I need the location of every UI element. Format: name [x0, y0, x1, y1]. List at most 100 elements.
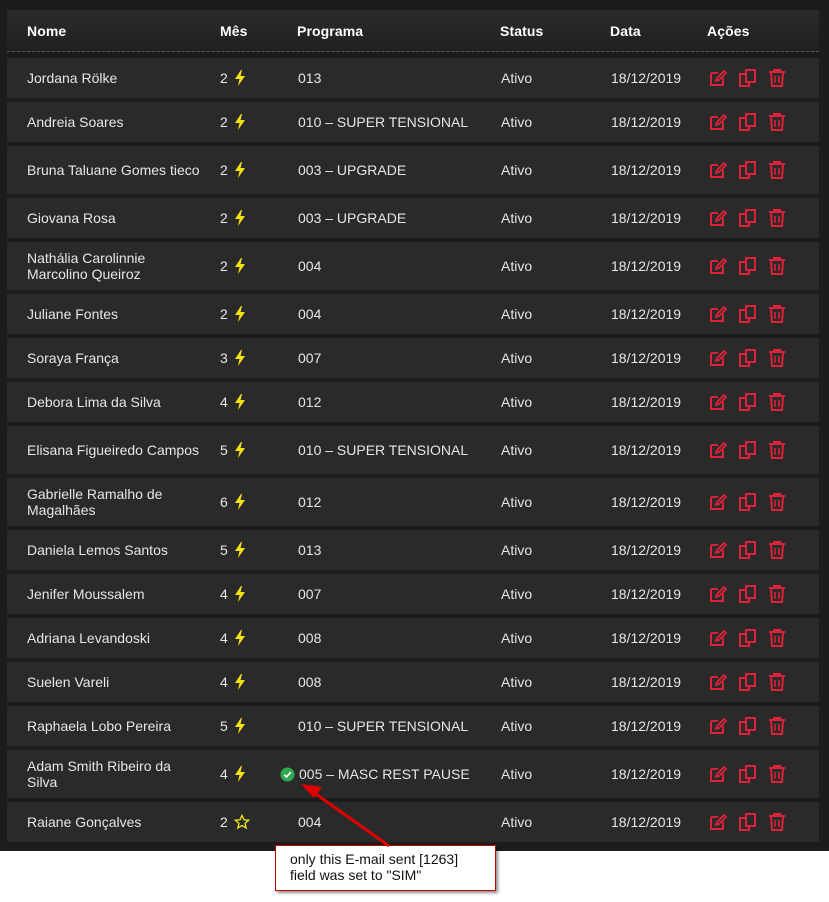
- cell-status: Ativo: [501, 542, 533, 558]
- header-mes[interactable]: Mês: [220, 23, 248, 39]
- table-row[interactable]: Daniela Lemos Santos 5 013 Ativo 18/12/2019: [7, 530, 819, 570]
- edit-icon[interactable]: [708, 812, 728, 832]
- trash-icon[interactable]: [768, 348, 788, 368]
- trash-icon[interactable]: [768, 672, 788, 692]
- copy-icon[interactable]: [738, 304, 758, 324]
- copy-icon[interactable]: [738, 764, 758, 784]
- check-circle-icon: [280, 766, 295, 782]
- programa-value: 007: [298, 350, 322, 366]
- table-row[interactable]: Juliane Fontes 2 004 Ativo 18/12/2019: [7, 294, 819, 334]
- mes-value: 4: [220, 630, 228, 646]
- mes-value: 2: [220, 258, 228, 274]
- edit-icon[interactable]: [708, 348, 728, 368]
- table-row[interactable]: Adriana Levandoski 4 008 Ativo 18/12/2019: [7, 618, 819, 658]
- copy-icon[interactable]: [738, 540, 758, 560]
- table-row[interactable]: Debora Lima da Silva 4 012 Ativo 18/12/2019: [7, 382, 819, 422]
- table-row[interactable]: Adam Smith Ribeiro da Silva 4 005 – MASC R…: [7, 750, 819, 798]
- table-row[interactable]: Gabrielle Ramalho de Magalhães 6 012 Ativo 1…: [7, 478, 819, 526]
- edit-icon[interactable]: [708, 68, 728, 88]
- edit-icon[interactable]: [708, 716, 728, 736]
- trash-icon[interactable]: [768, 440, 788, 460]
- table-row[interactable]: Bruna Taluane Gomes tieco 2 003 – UPGRADE A…: [7, 146, 819, 194]
- trash-icon[interactable]: [768, 68, 788, 88]
- trash-icon[interactable]: [768, 628, 788, 648]
- trash-icon[interactable]: [768, 716, 788, 736]
- cell-status: Ativo: [501, 674, 533, 690]
- copy-icon[interactable]: [738, 628, 758, 648]
- copy-icon[interactable]: [738, 68, 758, 88]
- copy-icon[interactable]: [738, 208, 758, 228]
- cell-programa: 010 – SUPER TENSIONAL: [298, 114, 468, 130]
- cell-acoes: [708, 440, 788, 460]
- copy-icon[interactable]: [738, 392, 758, 412]
- edit-icon[interactable]: [708, 256, 728, 276]
- copy-icon[interactable]: [738, 812, 758, 832]
- cell-status: Ativo: [501, 258, 533, 274]
- table-row[interactable]: Elisana Figueiredo Campos 5 010 – SUPER TE…: [7, 426, 819, 474]
- bolt-icon: [234, 114, 246, 130]
- header-programa[interactable]: Programa: [297, 23, 363, 39]
- table-row[interactable]: Nathália Carolinnie Marcolino Queiroz 2 00…: [7, 242, 819, 290]
- table-row[interactable]: Soraya França 3 007 Ativo 18/12/2019: [7, 338, 819, 378]
- cell-data: 18/12/2019: [611, 258, 682, 274]
- mes-value: 4: [220, 674, 228, 690]
- edit-icon[interactable]: [708, 492, 728, 512]
- cell-data: 18/12/2019: [611, 306, 682, 322]
- mes-value: 2: [220, 306, 228, 322]
- trash-icon[interactable]: [768, 540, 788, 560]
- cell-status: Ativo: [501, 494, 533, 510]
- edit-icon[interactable]: [708, 304, 728, 324]
- cell-data: 18/12/2019: [611, 674, 682, 690]
- trash-icon[interactable]: [768, 492, 788, 512]
- edit-icon[interactable]: [708, 628, 728, 648]
- header-status[interactable]: Status: [500, 23, 543, 39]
- copy-icon[interactable]: [738, 492, 758, 512]
- cell-data: 18/12/2019: [611, 718, 682, 734]
- edit-icon[interactable]: [708, 672, 728, 692]
- copy-icon[interactable]: [738, 440, 758, 460]
- trash-icon[interactable]: [768, 208, 788, 228]
- copy-icon[interactable]: [738, 256, 758, 276]
- bolt-icon: [234, 494, 246, 510]
- copy-icon[interactable]: [738, 716, 758, 736]
- trash-icon[interactable]: [768, 256, 788, 276]
- header-nome[interactable]: Nome: [27, 23, 66, 39]
- cell-data: 18/12/2019: [611, 210, 682, 226]
- cell-nome: Raiane Gonçalves: [27, 814, 142, 830]
- trash-icon[interactable]: [768, 160, 788, 180]
- table-row[interactable]: Andreia Soares 2 010 – SUPER TENSIONAL Ativ…: [7, 102, 819, 142]
- edit-icon[interactable]: [708, 208, 728, 228]
- table-row[interactable]: Raphaela Lobo Pereira 5 010 – SUPER TENSIO…: [7, 706, 819, 746]
- cell-status: Ativo: [501, 718, 533, 734]
- programa-value: 010 – SUPER TENSIONAL: [298, 114, 469, 130]
- table-row[interactable]: Suelen Vareli 4 008 Ativo 18/12/2019: [7, 662, 819, 702]
- edit-icon[interactable]: [708, 112, 728, 132]
- copy-icon[interactable]: [738, 160, 758, 180]
- edit-icon[interactable]: [708, 540, 728, 560]
- cell-mes: 2: [220, 70, 246, 86]
- trash-icon[interactable]: [768, 584, 788, 604]
- copy-icon[interactable]: [738, 672, 758, 692]
- trash-icon[interactable]: [768, 812, 788, 832]
- table-row[interactable]: Raiane Gonçalves 2 004 Ativo 18/12/2019: [7, 802, 819, 842]
- trash-icon[interactable]: [768, 304, 788, 324]
- copy-icon[interactable]: [738, 112, 758, 132]
- edit-icon[interactable]: [708, 392, 728, 412]
- edit-icon[interactable]: [708, 160, 728, 180]
- copy-icon[interactable]: [738, 584, 758, 604]
- header-data[interactable]: Data: [610, 23, 641, 39]
- table-row[interactable]: Giovana Rosa 2 003 – UPGRADE Ativo 18/12/201…: [7, 198, 819, 238]
- cell-programa: 007: [298, 350, 321, 366]
- edit-icon[interactable]: [708, 764, 728, 784]
- trash-icon[interactable]: [768, 764, 788, 784]
- cell-acoes: [708, 540, 788, 560]
- copy-icon[interactable]: [738, 348, 758, 368]
- cell-programa: 008: [298, 630, 321, 646]
- table-row[interactable]: Jordana Rölke 2 013 Ativo 18/12/2019: [7, 58, 819, 98]
- edit-icon[interactable]: [708, 584, 728, 604]
- trash-icon[interactable]: [768, 112, 788, 132]
- edit-icon[interactable]: [708, 440, 728, 460]
- cell-data: 18/12/2019: [611, 162, 682, 178]
- table-row[interactable]: Jenifer Moussalem 4 007 Ativo 18/12/2019: [7, 574, 819, 614]
- trash-icon[interactable]: [768, 392, 788, 412]
